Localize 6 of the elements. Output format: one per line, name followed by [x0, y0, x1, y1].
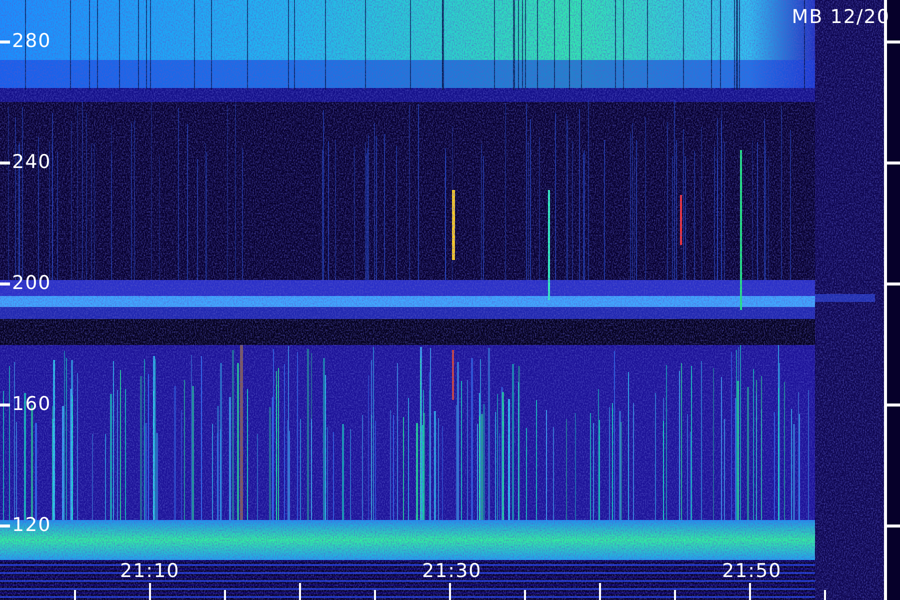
frequency-label: 120 [12, 516, 52, 535]
time-label: 21:50 [722, 562, 782, 581]
frequency-label: 240 [12, 153, 52, 172]
time-label: 21:30 [422, 562, 482, 581]
frequency-label: 280 [12, 32, 52, 51]
time-label: 21:10 [120, 562, 180, 581]
